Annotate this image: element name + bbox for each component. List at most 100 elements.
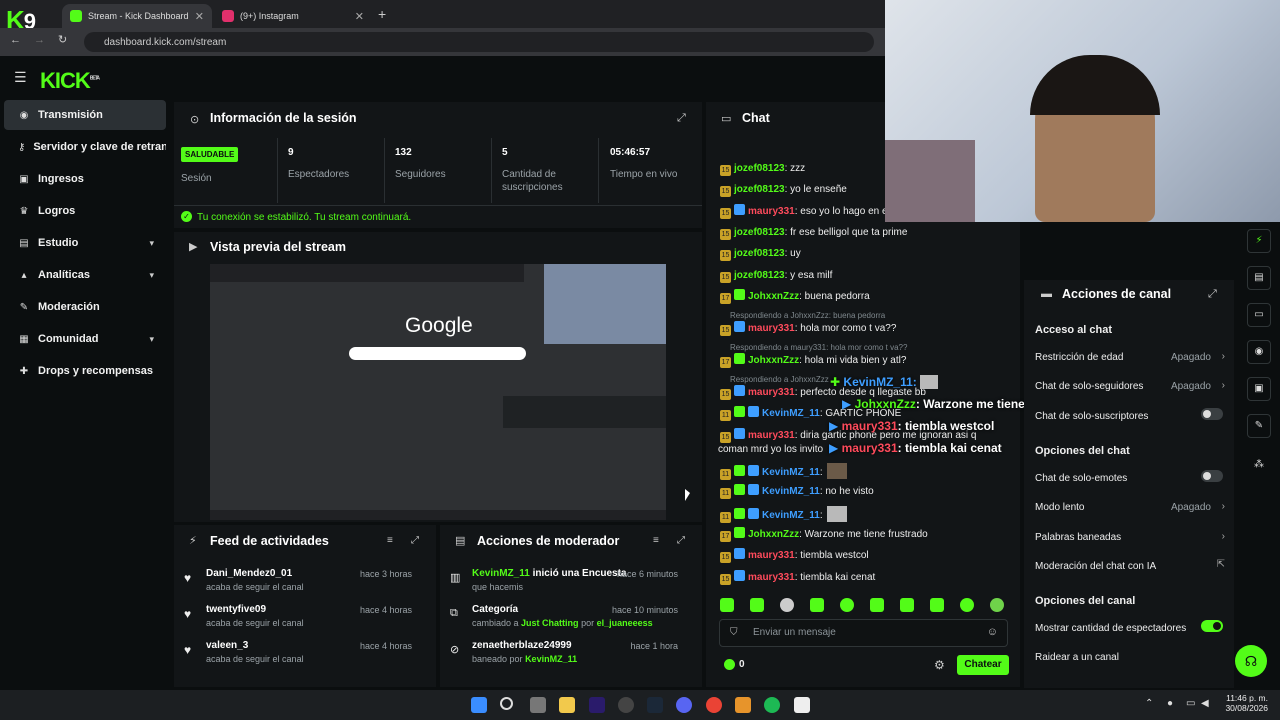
support-icon[interactable]: ☊ bbox=[1235, 645, 1267, 677]
spotify-icon[interactable] bbox=[764, 697, 780, 713]
premiere-icon[interactable] bbox=[589, 697, 605, 713]
clock[interactable]: 11:46 p. m. 30/08/2026 bbox=[1224, 693, 1268, 713]
sidebar-item-drops[interactable]: ✚ Drops y recompensas bbox=[4, 356, 166, 386]
emoji-icon[interactable]: ☺ bbox=[987, 626, 998, 638]
task-view-icon[interactable] bbox=[530, 697, 546, 713]
mod-banned-user[interactable]: zenaetherblaze24999 bbox=[472, 640, 572, 651]
chat-username[interactable]: maury331 bbox=[748, 387, 795, 398]
emote-icon[interactable] bbox=[990, 598, 1004, 612]
feed-user[interactable]: valeen_3 bbox=[206, 640, 248, 651]
wrench-icon[interactable]: ✎ bbox=[1247, 414, 1271, 438]
chat-username[interactable]: KevinMZ_11 bbox=[762, 467, 820, 478]
chat-username[interactable]: KevinMZ_11 bbox=[762, 510, 820, 521]
chat-username[interactable]: jozef08123 bbox=[734, 163, 785, 174]
clip-icon[interactable]: ▣ bbox=[1247, 377, 1271, 401]
capcut-icon[interactable] bbox=[794, 697, 810, 713]
emote-icon[interactable] bbox=[780, 598, 794, 612]
sidebar-item-analiticas[interactable]: ▴ Analíticas ▾ bbox=[4, 260, 166, 290]
feed-user[interactable]: Dani_Mendez0_01 bbox=[206, 568, 292, 579]
chat-username[interactable]: jozef08123 bbox=[734, 248, 785, 259]
gear-icon[interactable]: ⚙ bbox=[934, 658, 945, 672]
record-icon[interactable]: ◉ bbox=[1247, 340, 1271, 364]
sidebar-item-logros[interactable]: ♛ Logros bbox=[4, 196, 166, 226]
emote-icon[interactable] bbox=[930, 598, 944, 612]
url-field[interactable]: dashboard.kick.com/stream bbox=[84, 32, 874, 52]
chat-username[interactable]: KevinMZ_11 bbox=[762, 486, 820, 497]
emote-icon[interactable] bbox=[870, 598, 884, 612]
slow-mode-row[interactable]: Modo lento Apagado › bbox=[1035, 501, 1225, 513]
notes-icon[interactable]: ▤ bbox=[1247, 266, 1271, 290]
expand-icon[interactable]: ⤢ bbox=[1208, 288, 1217, 301]
back-icon[interactable]: ← bbox=[10, 34, 21, 46]
brave-icon[interactable] bbox=[735, 697, 751, 713]
chat-username[interactable]: jozef08123 bbox=[734, 227, 785, 238]
windows-start-icon[interactable] bbox=[471, 697, 487, 713]
expand-icon[interactable]: ⤢ bbox=[677, 535, 685, 546]
chat-username[interactable]: maury331 bbox=[748, 572, 795, 583]
emote-icon[interactable] bbox=[720, 598, 734, 612]
file-explorer-icon[interactable] bbox=[559, 697, 575, 713]
filter-icon[interactable]: ≡ bbox=[653, 535, 659, 546]
emote-icon[interactable] bbox=[810, 598, 824, 612]
chat-rail-icon[interactable]: ▭ bbox=[1247, 303, 1271, 327]
tray-chevron-icon[interactable]: ⌃ bbox=[1145, 698, 1153, 709]
close-icon[interactable]: ✕ bbox=[195, 10, 204, 23]
expand-icon[interactable]: ⤢ bbox=[411, 535, 419, 546]
feed-user[interactable]: twentyfive09 bbox=[206, 604, 266, 615]
chat-username[interactable]: maury331 bbox=[748, 550, 795, 561]
show-viewers-toggle[interactable] bbox=[1201, 620, 1223, 632]
ai-moderation-row[interactable]: Moderación del chat con IA ⇱ bbox=[1035, 559, 1225, 572]
network-icon[interactable]: ▭ bbox=[1186, 698, 1195, 709]
banned-words-row[interactable]: Palabras baneadas › bbox=[1035, 531, 1225, 543]
quick-actions-icon[interactable]: ⚡ bbox=[1247, 229, 1271, 253]
mod-user[interactable]: KevinMZ_11 bbox=[472, 568, 530, 579]
forward-icon[interactable]: → bbox=[34, 34, 45, 46]
category-link[interactable]: Just Chatting bbox=[521, 618, 579, 628]
kick-logo[interactable]: KICKBETA bbox=[40, 68, 100, 94]
sidebar-item-estudio[interactable]: ▤ Estudio ▾ bbox=[4, 228, 166, 258]
followers-only-row[interactable]: Chat de solo-seguidores Apagado › bbox=[1035, 380, 1225, 392]
chat-username[interactable]: JohxxnZzz bbox=[748, 529, 799, 540]
emote-icon[interactable] bbox=[750, 598, 764, 612]
send-chat-button[interactable]: Chatear bbox=[957, 655, 1009, 675]
emote-icon[interactable] bbox=[840, 598, 854, 612]
emote-icon[interactable] bbox=[900, 598, 914, 612]
reload-icon[interactable]: ↻ bbox=[58, 33, 67, 46]
filter-icon[interactable]: ≡ bbox=[387, 535, 393, 546]
chrome-icon[interactable] bbox=[706, 697, 722, 713]
chat-input[interactable]: ⛉ Enviar un mensaje ☺ bbox=[719, 619, 1008, 647]
sidebar-item-ingresos[interactable]: ▣ Ingresos bbox=[4, 164, 166, 194]
chat-username[interactable]: maury331 bbox=[748, 323, 795, 334]
volume-icon[interactable]: ◀ bbox=[1201, 698, 1209, 709]
close-icon[interactable]: ✕ bbox=[355, 10, 364, 23]
sidebar-item-moderacion[interactable]: ✎ Moderación bbox=[4, 292, 166, 322]
emote-icon[interactable] bbox=[960, 598, 974, 612]
tab-kick-dashboard[interactable]: Stream - Kick Dashboard ✕ bbox=[62, 4, 212, 28]
raid-row[interactable]: Raidear a un canal bbox=[1035, 652, 1225, 663]
tab-instagram[interactable]: (9+) Instagram ✕ bbox=[214, 4, 372, 28]
chat-username[interactable]: maury331 bbox=[748, 430, 795, 441]
search-icon[interactable] bbox=[500, 697, 513, 710]
discord-icon[interactable] bbox=[676, 697, 692, 713]
chat-username[interactable]: jozef08123 bbox=[734, 184, 785, 195]
chat-username[interactable]: jozef08123 bbox=[734, 270, 785, 281]
emotes-only-toggle[interactable] bbox=[1201, 470, 1223, 482]
age-restriction-row[interactable]: Restricción de edad Apagado › bbox=[1035, 351, 1225, 363]
new-tab-icon[interactable]: + bbox=[378, 6, 386, 22]
subs-only-toggle[interactable] bbox=[1201, 408, 1223, 420]
chat-username[interactable]: maury331 bbox=[748, 206, 795, 217]
expand-icon[interactable]: ⤢ bbox=[677, 112, 686, 125]
steam-icon[interactable] bbox=[647, 697, 663, 713]
apps-icon[interactable]: ⁂ bbox=[1254, 459, 1264, 470]
mod-user[interactable]: KevinMZ_11 bbox=[525, 654, 577, 664]
menu-icon[interactable]: ☰ bbox=[14, 69, 27, 86]
chat-username[interactable]: JohxxnZzz bbox=[748, 355, 799, 366]
obs-icon[interactable] bbox=[618, 697, 634, 713]
stream-preview-video[interactable]: Google bbox=[210, 264, 666, 520]
chat-username[interactable]: KevinMZ_11 bbox=[762, 408, 820, 419]
chat-username[interactable]: JohxxnZzz bbox=[748, 291, 799, 302]
mod-user[interactable]: el_juaneeess bbox=[597, 618, 653, 628]
sidebar-item-transmision[interactable]: ◉ Transmisión bbox=[4, 100, 166, 130]
sidebar-item-servidor[interactable]: ⚷ Servidor y clave de retransmisión bbox=[4, 132, 166, 162]
sidebar-item-comunidad[interactable]: ▦ Comunidad ▾ bbox=[4, 324, 166, 354]
